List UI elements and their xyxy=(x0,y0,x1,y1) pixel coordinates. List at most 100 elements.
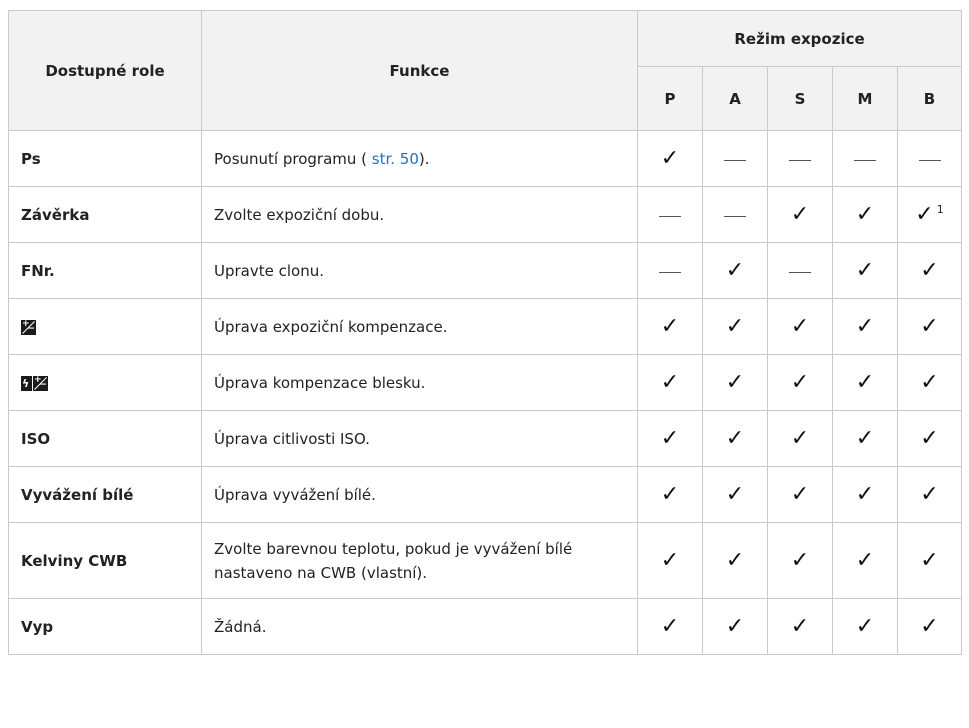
function-cell: Zvolte barevnou teplotu, pokud je vyváže… xyxy=(201,522,638,599)
checkmark-icon: ✓ xyxy=(855,202,875,227)
header-mode-s: S xyxy=(767,66,833,131)
mode-cell: ✓ xyxy=(767,522,833,599)
dash-icon xyxy=(918,159,941,161)
checkmark-icon: ✓ xyxy=(790,548,810,573)
mode-cell: ✓ xyxy=(896,598,963,655)
checkmark-icon: ✓ xyxy=(725,314,745,339)
checkmark-icon: ✓ xyxy=(790,482,810,507)
function-cell: Upravte clonu. xyxy=(201,242,638,299)
dash-icon xyxy=(854,159,876,161)
header-roles: Dostupné role xyxy=(8,10,202,131)
page-reference-link[interactable]: str. 50 xyxy=(372,150,419,168)
mode-cell: ✓ xyxy=(896,522,963,599)
footnote-marker: 1 xyxy=(936,203,944,217)
checkmark-icon: ✓ xyxy=(725,370,745,395)
mode-cell: ✓ xyxy=(637,298,703,355)
role-label: Kelviny CWB xyxy=(21,551,128,570)
checkmark-icon: ✓ xyxy=(855,548,875,573)
mode-cell: ✓ xyxy=(702,354,768,411)
mode-cell: ✓ xyxy=(832,410,898,467)
checkmark-icon: ✓ xyxy=(660,548,680,573)
mode-cell: ✓ 1 xyxy=(896,186,963,243)
function-cell: Úprava citlivosti ISO. xyxy=(201,410,638,467)
mode-cell: ✓ xyxy=(637,598,703,655)
function-text: Žádná. xyxy=(214,617,267,636)
mode-cell: ✓ xyxy=(767,186,833,243)
table-row: + − Úprava expoziční kompenzace. ✓ ✓ ✓ ✓ ✓ xyxy=(8,298,963,355)
role-cell: Ps xyxy=(8,130,202,187)
function-cell: Žádná. xyxy=(201,598,638,655)
mode-cell: ✓ xyxy=(832,242,898,299)
mode-cell: ✓ xyxy=(767,466,833,523)
role-label: Vyvážení bílé xyxy=(21,485,134,504)
mode-cell: ✓ xyxy=(832,354,898,411)
table-row: ISO Úprava citlivosti ISO. ✓ ✓ ✓ ✓ ✓ xyxy=(8,410,963,467)
mode-cell xyxy=(832,130,898,187)
checkmark-icon: ✓ xyxy=(915,202,934,227)
checkmark-icon: ✓ xyxy=(920,426,939,451)
mode-cell: ✓ xyxy=(702,598,768,655)
function-cell: Posunutí programu ( str. 50). xyxy=(201,130,638,187)
checkmark-icon: ✓ xyxy=(660,426,680,451)
role-cell: FNr. xyxy=(8,242,202,299)
checkmark-icon: ✓ xyxy=(855,314,875,339)
mode-cell xyxy=(702,130,768,187)
role-label: ISO xyxy=(21,429,51,448)
function-text: Upravte clonu. xyxy=(214,261,324,280)
checkmark-icon: ✓ xyxy=(920,548,939,573)
role-cell: Závěrka xyxy=(8,186,202,243)
mode-cell: ✓ xyxy=(896,298,963,355)
mode-cell: ✓ xyxy=(832,298,898,355)
dash-icon xyxy=(659,215,681,217)
role-cell: ISO xyxy=(8,410,202,467)
mode-cell: ✓ xyxy=(702,410,768,467)
checkmark-icon: ✓ xyxy=(725,482,745,507)
mode-cell xyxy=(767,242,833,299)
checkmark-icon: ✓ xyxy=(920,370,939,395)
checkmark-icon: ✓ xyxy=(790,426,810,451)
checkmark-icon: ✓ xyxy=(660,146,680,171)
mode-cell: ✓ xyxy=(896,242,963,299)
roles-table: Dostupné role Funkce Režim expozice P A … xyxy=(8,10,963,655)
checkmark-icon: ✓ xyxy=(790,614,810,639)
header-exposure-mode: Režim expozice xyxy=(636,10,963,67)
dash-icon xyxy=(724,159,746,161)
header-function: Funkce xyxy=(201,10,638,131)
role-label: Vyp xyxy=(21,617,54,636)
header-mode-m: M xyxy=(832,66,898,131)
function-text: Zvolte expoziční dobu. xyxy=(214,205,385,224)
table-row: FNr. Upravte clonu. ✓ ✓ ✓ xyxy=(8,242,963,299)
table-row: ϟ + − Úprava kompenzace blesku. ✓ ✓ ✓ ✓ ✓ xyxy=(8,354,963,411)
mode-cell: ✓ xyxy=(637,522,703,599)
checkmark-icon: ✓ xyxy=(920,614,939,639)
mode-cell: ✓ xyxy=(767,410,833,467)
checkmark-icon: ✓ xyxy=(725,426,745,451)
mode-cell xyxy=(637,186,703,243)
dash-icon xyxy=(724,215,746,217)
mode-cell: ✓ xyxy=(637,466,703,523)
role-cell: Vyvážení bílé xyxy=(8,466,202,523)
mode-cell: ✓ xyxy=(637,130,703,187)
mode-cell: ✓ xyxy=(896,466,963,523)
mode-cell: ✓ xyxy=(896,410,963,467)
mode-cell xyxy=(896,130,963,187)
mode-cell: ✓ xyxy=(832,186,898,243)
role-cell: ϟ + − xyxy=(8,354,202,411)
function-cell: Zvolte expoziční dobu. xyxy=(201,186,638,243)
function-text: Úprava citlivosti ISO. xyxy=(214,429,370,448)
mode-cell: ✓ xyxy=(702,522,768,599)
mode-cell: ✓ xyxy=(832,466,898,523)
role-label: FNr. xyxy=(21,261,55,280)
table-row: Závěrka Zvolte expoziční dobu. ✓ ✓ ✓ 1 xyxy=(8,186,963,243)
header-mode-a: A xyxy=(702,66,768,131)
flash-compensation-icon: ϟ + − xyxy=(21,374,48,391)
table-row: Vyvážení bílé Úprava vyvážení bílé. ✓ ✓ ✓ ✓ ✓ xyxy=(8,466,963,523)
checkmark-icon: ✓ xyxy=(660,614,680,639)
dash-icon xyxy=(659,271,681,273)
function-text: Úprava expoziční kompenzace. xyxy=(214,317,448,336)
function-text: Úprava vyvážení bílé. xyxy=(214,485,376,504)
mode-cell xyxy=(702,186,768,243)
role-label: Závěrka xyxy=(21,205,90,224)
checkmark-icon: ✓ xyxy=(660,482,680,507)
checkmark-icon: ✓ xyxy=(725,548,745,573)
